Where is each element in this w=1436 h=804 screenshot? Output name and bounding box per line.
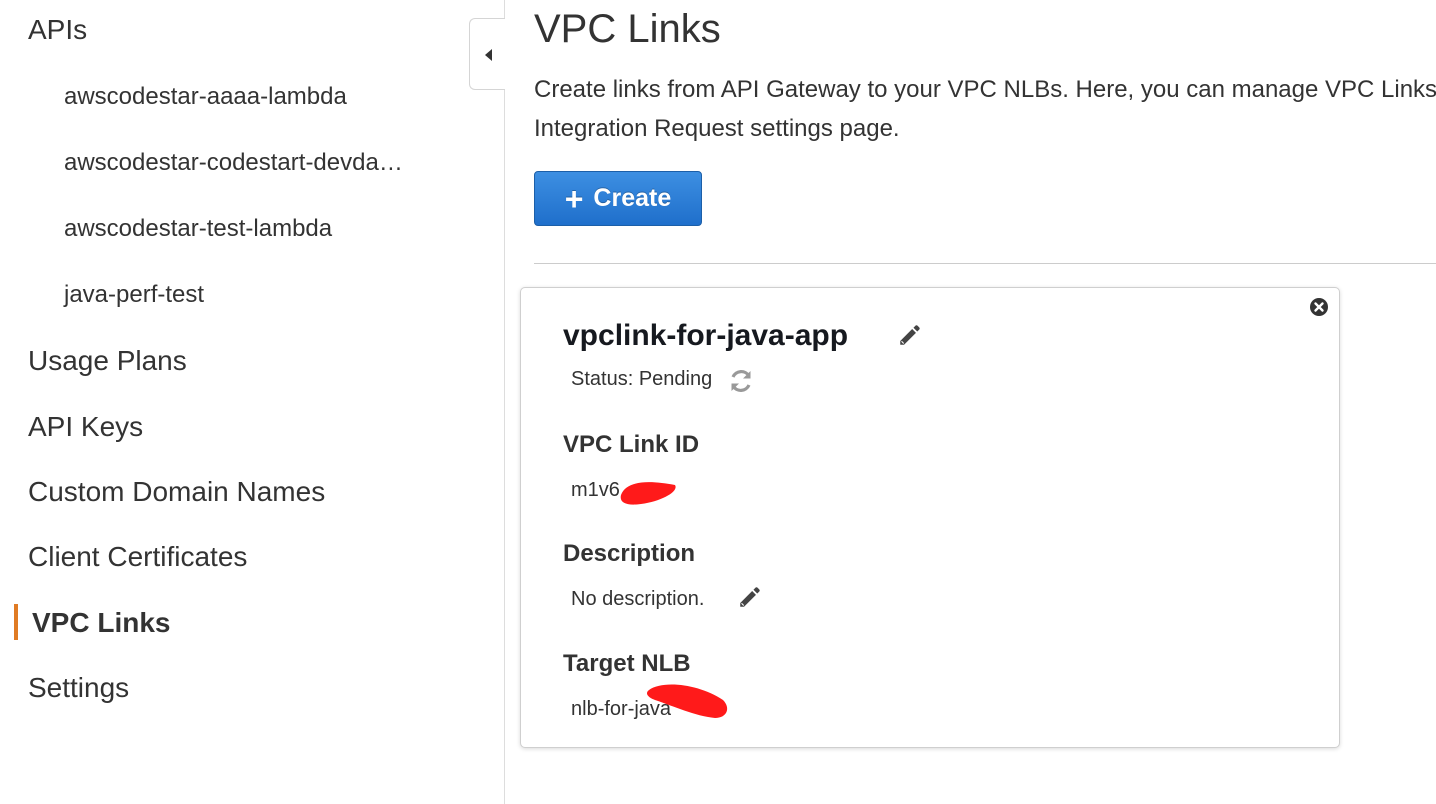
pencil-icon[interactable] [897,322,923,348]
close-icon[interactable] [1309,297,1329,317]
divider [534,263,1436,264]
api-gateway-page: APIs awscodestar-aaaa-lambda awscodestar… [0,0,1436,804]
sidebar-item-settings[interactable]: Settings [28,672,129,704]
vpc-link-name: vpclink-for-java-app [563,319,849,352]
page-description-line: Integration Request settings page. [534,115,900,142]
page-description-line: Create links from API Gateway to your VP… [534,76,1436,103]
create-button[interactable]: + Create [534,171,702,226]
sidebar-item-usage-plans[interactable]: Usage Plans [28,345,187,377]
chevron-left-icon [485,49,492,61]
page-description: Create links from API Gateway to your VP… [534,70,1436,148]
sidebar-api-item[interactable]: awscodestar-aaaa-lambda [64,82,347,112]
sidebar-api-item[interactable]: awscodestar-test-lambda [64,214,332,244]
description-label: Description [563,540,696,567]
vpc-link-card: vpclink-for-java-app Status: Pending VPC… [520,287,1340,748]
refresh-icon [731,370,751,392]
vpc-link-id-value: m1v6 [571,479,620,501]
sidebar-item-custom-domain-names[interactable]: Custom Domain Names [28,476,325,508]
sidebar-item-apis[interactable]: APIs [28,14,87,46]
sidebar-collapse-button[interactable] [469,18,505,90]
target-nlb-value: nlb-for-java [571,698,672,720]
active-indicator [14,604,18,640]
sidebar-api-item[interactable]: java-perf-test [64,280,204,310]
pencil-icon[interactable] [737,584,763,610]
sidebar-item-vpc-links[interactable]: VPC Links [32,607,170,639]
description-value: No description. [571,588,705,610]
vpc-link-id-label: VPC Link ID [563,431,700,458]
sidebar: APIs awscodestar-aaaa-lambda awscodestar… [0,0,505,804]
sidebar-item-client-certificates[interactable]: Client Certificates [28,541,247,573]
target-nlb-label: Target NLB [563,650,691,677]
create-button-label: Create [593,184,672,212]
sidebar-api-item[interactable]: awscodestar-codestart-devda… [64,148,403,178]
plus-icon: + [564,180,584,217]
sidebar-item-api-keys[interactable]: API Keys [28,411,143,443]
page-title: VPC Links [534,7,721,51]
status-text: Status: Pending [571,368,713,390]
redaction-mark [620,482,676,505]
